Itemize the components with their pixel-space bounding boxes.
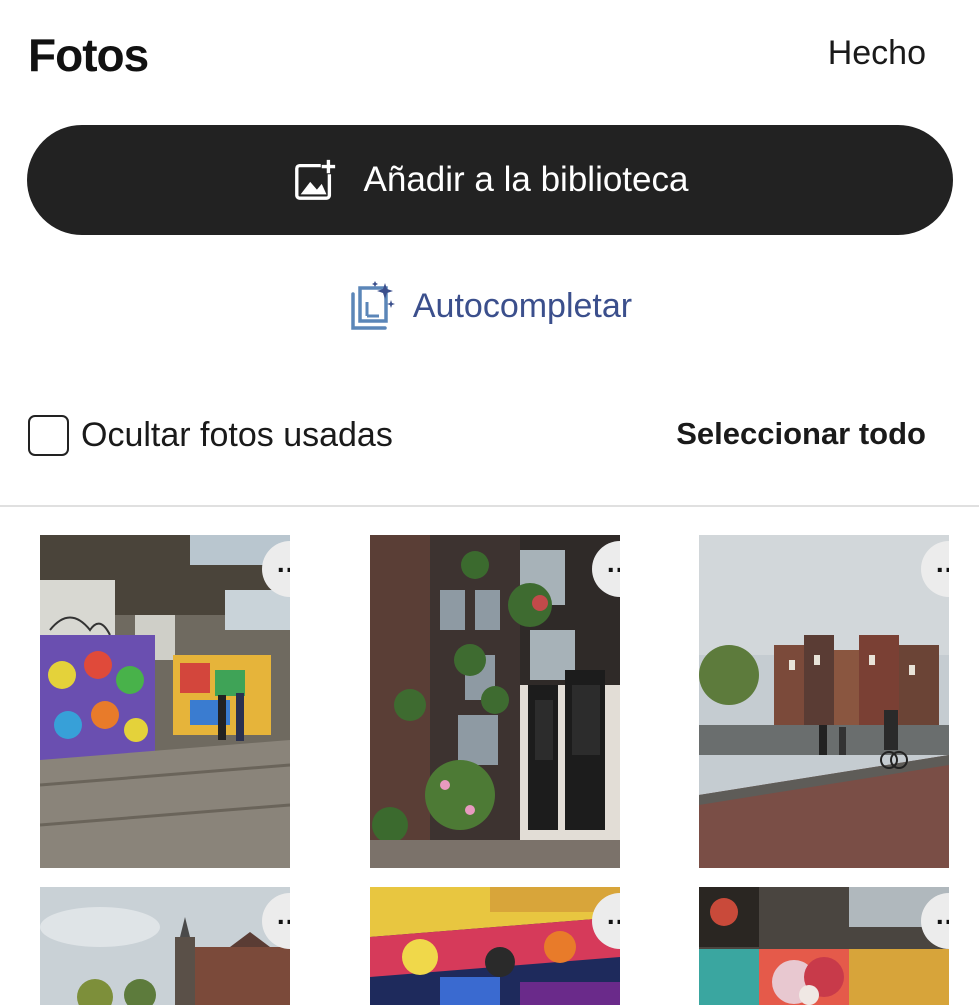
done-button[interactable]: Hecho: [828, 34, 926, 73]
photo-flower-mural[interactable]: ...: [699, 887, 949, 1005]
hide-used-photos-toggle[interactable]: Ocultar fotos usadas: [28, 415, 393, 456]
more-icon: ...: [276, 899, 290, 930]
add-to-library-button[interactable]: Añadir a la biblioteca: [27, 125, 953, 235]
select-all-button[interactable]: Seleccionar todo: [676, 416, 926, 452]
add-to-library-label: Añadir a la biblioteca: [363, 160, 689, 199]
photo-canal-church[interactable]: ...: [40, 887, 290, 1005]
autocomplete-label: Autocompletar: [412, 286, 633, 325]
more-icon: ...: [276, 547, 290, 578]
add-photo-icon: [294, 158, 336, 200]
more-icon: ...: [935, 899, 949, 930]
header: Fotos Hecho: [0, 0, 979, 110]
photo-thumbnail: [370, 535, 620, 868]
photo-graffiti-ceiling[interactable]: ...: [370, 887, 620, 1005]
photo-bridge-cyclist[interactable]: ...: [699, 535, 949, 868]
page-title: Fotos: [28, 29, 149, 81]
more-icon: ...: [935, 547, 949, 578]
hide-used-label: Ocultar fotos usadas: [81, 416, 393, 454]
photo-thumbnail: [40, 535, 290, 868]
photo-thumbnail: [699, 887, 949, 1005]
photo-thumbnail: [370, 887, 620, 1005]
divider: [0, 505, 979, 507]
sparkle-library-icon: [351, 281, 395, 330]
photo-thumbnail: [699, 535, 949, 868]
photo-street-art-hall[interactable]: ...: [40, 535, 290, 868]
photo-thumbnail: [40, 887, 290, 1005]
hide-used-checkbox[interactable]: [28, 415, 69, 456]
more-icon: ...: [606, 547, 620, 578]
autocomplete-button[interactable]: Autocompletar: [0, 276, 979, 336]
more-icon: ...: [606, 899, 620, 930]
photo-canal-house-facade[interactable]: ...: [370, 535, 620, 868]
